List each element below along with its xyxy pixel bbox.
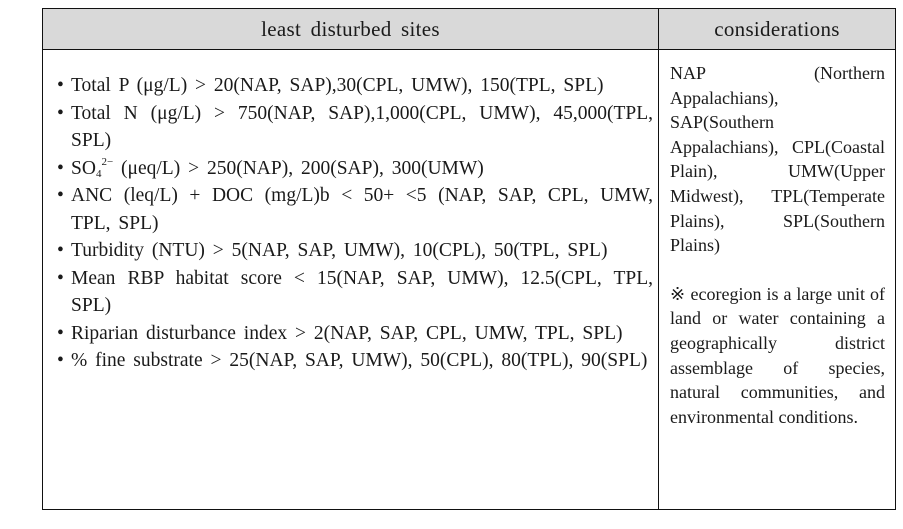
bullet-icon: • xyxy=(57,102,64,124)
ecoregion-note: ※ ecoregion is a large unit of land or w… xyxy=(670,283,886,427)
criterion-rbp-habitat: • Mean RBP habitat score < 15(NAP, SAP, … xyxy=(57,265,653,320)
bullet-icon: • xyxy=(57,350,64,371)
considerations-cell: NAP (Northern Appalachians), SAP(Souther… xyxy=(670,61,885,429)
table-header-row: least disturbed sites considerations xyxy=(43,9,895,50)
criterion-fine-substrate: • % fine substrate > 25(NAP, SAP, UMW), … xyxy=(57,347,653,375)
bullet-icon: • xyxy=(57,240,64,261)
bullet-icon: • xyxy=(57,75,64,96)
header-considerations: considerations xyxy=(714,17,840,41)
criterion-total-p: • Total P (μg/L) > 20(NAP, SAP),30(CPL, … xyxy=(57,72,653,100)
criterion-turbidity: • Turbidity (NTU) > 5(NAP, SAP, UMW), 10… xyxy=(57,237,653,265)
criteria-list: • Total P (μg/L) > 20(NAP, SAP),30(CPL, … xyxy=(57,72,653,375)
bullet-icon: • xyxy=(57,185,64,206)
bullet-icon: • xyxy=(57,267,64,289)
ecoregion-definitions: NAP (Northern Appalachians), SAP(Souther… xyxy=(670,63,885,256)
criterion-riparian: • Riparian disturbance index > 2(NAP, SA… xyxy=(57,320,653,348)
reference-mark-icon: ※ xyxy=(670,283,686,304)
bullet-icon: • xyxy=(57,322,64,344)
criterion-sulfate: • SO42− (μeq/L) > 250(NAP), 200(SAP), 30… xyxy=(57,155,653,183)
header-least-disturbed-sites: least disturbed sites xyxy=(261,17,440,41)
bullet-icon: • xyxy=(57,157,64,179)
criteria-table: least disturbed sites considerations • T… xyxy=(42,8,896,510)
criterion-total-n: • Total N (μg/L) > 750(NAP, SAP),1,000(C… xyxy=(57,100,653,155)
criterion-anc-doc: • ANC (leq/L) + DOC (mg/L)b < 50+ <5 (NA… xyxy=(57,182,653,237)
column-divider xyxy=(658,9,659,509)
